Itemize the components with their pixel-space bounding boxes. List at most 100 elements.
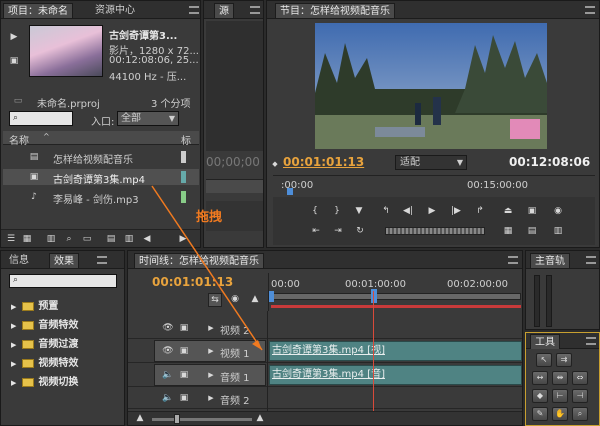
- marker-left-icon[interactable]: {: [309, 205, 321, 217]
- lift-icon[interactable]: ⏏: [501, 205, 515, 217]
- scroll-right-icon[interactable]: ▶: [177, 233, 189, 245]
- panel-menu-icon[interactable]: [97, 256, 107, 264]
- snap-icon[interactable]: ⇆: [208, 293, 222, 307]
- step-forward-icon[interactable]: |▶: [449, 205, 463, 217]
- slip-tool-icon[interactable]: ⊢: [552, 389, 568, 403]
- ripple-edit-tool-icon[interactable]: ↔: [532, 371, 548, 385]
- col-name-header[interactable]: 名称: [9, 132, 29, 147]
- tab-timeline[interactable]: 时间线：怎样给视频配音乐: [134, 253, 264, 268]
- expand-track-icon[interactable]: ▶: [206, 322, 216, 334]
- program-ruler[interactable]: :00:00 00:15:00:00: [273, 175, 595, 195]
- tab-source[interactable]: 源: [214, 3, 234, 18]
- expand-track-icon[interactable]: ▶: [206, 392, 216, 404]
- list-item[interactable]: ▤ 怎样给视频配音乐: [3, 149, 199, 166]
- clear-icon[interactable]: ▥: [123, 233, 135, 245]
- tab-resource-center[interactable]: 资源中心: [91, 3, 139, 18]
- folder-item-audio-effects[interactable]: ▶ 音频特效: [11, 316, 78, 335]
- track-select-tool-icon[interactable]: ⇉: [556, 353, 572, 367]
- folder-item-presets[interactable]: ▶ 预置: [11, 297, 78, 316]
- find-icon[interactable]: ⌕: [63, 233, 75, 245]
- rolling-edit-tool-icon[interactable]: ⇹: [552, 371, 568, 385]
- goto-prev-edit-icon[interactable]: ⇤: [309, 225, 323, 237]
- tab-effects[interactable]: 效果: [49, 253, 79, 268]
- scroll-left-icon[interactable]: ◀: [141, 233, 153, 245]
- goto-next-edit-icon[interactable]: ⇥: [331, 225, 345, 237]
- jog-dial[interactable]: [385, 227, 485, 235]
- rate-stretch-tool-icon[interactable]: ⇔: [572, 371, 588, 385]
- safe-margins-icon[interactable]: ▦: [501, 225, 515, 237]
- list-item[interactable]: ♪ 李易峰 - 剑伤.mp3: [3, 189, 199, 206]
- set-marker-icon[interactable]: ▼: [353, 205, 365, 217]
- goto-in-icon[interactable]: ↰: [379, 205, 393, 217]
- col-tag-header[interactable]: 标: [181, 132, 191, 147]
- output-icon[interactable]: ▤: [525, 225, 539, 237]
- bin-icon[interactable]: ▭: [81, 233, 93, 245]
- step-back-icon[interactable]: ◀|: [401, 205, 415, 217]
- work-area-bar[interactable]: [271, 293, 521, 300]
- tab-program[interactable]: 节目：怎样给视频配音乐: [275, 3, 395, 18]
- icon-view-icon[interactable]: ▦: [21, 233, 33, 245]
- list-view-icon[interactable]: ☰: [5, 233, 17, 245]
- folder-item-video-transitions[interactable]: ▶ 视频切换: [11, 373, 78, 392]
- search-input[interactable]: ⌕: [9, 111, 73, 126]
- playhead-marker[interactable]: [287, 188, 293, 195]
- lock-track-icon[interactable]: ▣: [178, 322, 190, 334]
- new-item-icon[interactable]: ▤: [105, 233, 117, 245]
- expand-track-icon[interactable]: ▶: [206, 345, 216, 357]
- slide-tool-icon[interactable]: ⊣: [572, 389, 588, 403]
- folder-item-video-effects[interactable]: ▶ 视频特效: [11, 354, 78, 373]
- eye-icon[interactable]: 👁: [162, 345, 174, 357]
- marker-icon[interactable]: ◉: [228, 293, 242, 305]
- eye-icon[interactable]: 👁: [162, 322, 174, 334]
- lock-track-icon[interactable]: ▣: [178, 392, 190, 404]
- speaker-icon[interactable]: 🔈: [162, 392, 174, 404]
- fit-select[interactable]: 适配 ▼: [395, 155, 467, 170]
- panel-menu-icon[interactable]: [250, 6, 260, 14]
- zoom-in-icon[interactable]: ▲: [254, 412, 266, 424]
- loop-icon[interactable]: ↻: [353, 225, 367, 237]
- lock-track-icon[interactable]: ▣: [178, 369, 190, 381]
- marker-right-icon[interactable]: }: [331, 205, 343, 217]
- razor-tool-icon[interactable]: ◆: [532, 389, 548, 403]
- expand-track-icon[interactable]: ▶: [206, 369, 216, 381]
- hand-tool-icon[interactable]: ✋: [552, 407, 568, 421]
- lock-track-icon[interactable]: ▣: [178, 345, 190, 357]
- playhead-head[interactable]: [371, 289, 377, 303]
- effects-search-input[interactable]: ⌕: [9, 274, 117, 288]
- goto-out-icon[interactable]: ↱: [473, 205, 487, 217]
- panel-menu-icon[interactable]: [508, 256, 518, 264]
- tab-project[interactable]: 项目：未命名: [3, 3, 73, 18]
- video-clip[interactable]: 古剑奇谭第3集.mp4 [视]: [269, 341, 522, 361]
- entry-select[interactable]: 全部 ▼: [117, 111, 179, 126]
- export-frame-icon[interactable]: ◉: [551, 205, 565, 217]
- extract-icon[interactable]: ▣: [525, 205, 539, 217]
- automate-icon[interactable]: ▥: [45, 233, 57, 245]
- zoom-out-icon[interactable]: ▲: [134, 412, 146, 424]
- program-timecode-current[interactable]: 00:01:01:13: [283, 155, 364, 169]
- work-area-start[interactable]: [269, 291, 274, 302]
- list-item-selected[interactable]: ▣ 古剑奇谭第3集.mp4: [3, 169, 199, 186]
- zoom-slider-thumb[interactable]: [174, 414, 180, 424]
- tab-tools[interactable]: 工具: [530, 334, 560, 349]
- set-marker-icon[interactable]: ▲: [248, 293, 262, 305]
- selection-tool-icon[interactable]: ↖: [536, 353, 552, 367]
- timeline-timecode[interactable]: 00:01:01:13: [152, 275, 233, 289]
- folder-item-audio-transitions[interactable]: ▶ 音频过渡: [11, 335, 78, 354]
- tab-master-audio[interactable]: 主音轨: [530, 253, 570, 268]
- speaker-icon[interactable]: 🔈: [162, 369, 174, 381]
- panel-menu-icon[interactable]: [585, 6, 595, 14]
- zoom-tool-icon[interactable]: ⌕: [572, 407, 588, 421]
- tab-info[interactable]: 信息: [5, 253, 33, 268]
- timeline-ruler[interactable]: 00:00 00:01:00:00 00:02:00:00: [268, 273, 522, 311]
- play-icon[interactable]: ▶: [425, 205, 439, 217]
- trim-icon[interactable]: ▥: [551, 225, 565, 237]
- pen-tool-icon[interactable]: ✎: [532, 407, 548, 421]
- camera-icon[interactable]: ▣: [7, 55, 21, 67]
- panel-menu-icon[interactable]: [586, 256, 596, 264]
- source-scrub-bar[interactable]: [206, 179, 263, 193]
- zoom-slider[interactable]: [152, 418, 252, 421]
- panel-menu-icon[interactable]: [189, 6, 199, 14]
- panel-menu-icon[interactable]: [586, 337, 596, 345]
- play-thumbnail-icon[interactable]: ▶: [7, 31, 21, 43]
- audio-clip[interactable]: 古剑奇谭第3集.mp4 [音]: [269, 365, 522, 385]
